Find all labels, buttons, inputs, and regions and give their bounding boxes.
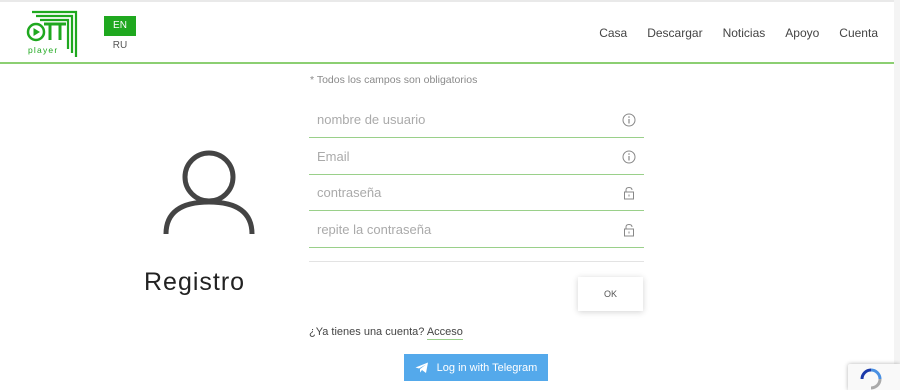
page-title: Registro	[144, 268, 246, 296]
nav-home[interactable]: Casa	[599, 26, 627, 40]
nav-support[interactable]: Apoyo	[785, 26, 819, 40]
telegram-label: Log in with Telegram	[436, 361, 538, 374]
telegram-icon	[415, 362, 428, 373]
lang-en-button[interactable]: EN	[104, 16, 136, 36]
site-header: player EN RU Casa Descargar Noticias Apo…	[0, 2, 894, 62]
username-input[interactable]	[317, 112, 607, 127]
submit-button[interactable]: OK	[578, 277, 643, 311]
required-note: * Todos los campos son obligatorios	[310, 74, 478, 86]
main-nav: Casa Descargar Noticias Apoyo Cuenta	[579, 26, 878, 40]
nav-news[interactable]: Noticias	[723, 26, 766, 40]
nav-download[interactable]: Descargar	[647, 26, 702, 40]
login-link[interactable]: Acceso	[426, 326, 463, 340]
password-input[interactable]	[317, 185, 607, 200]
ott-player-logo[interactable]: player	[26, 7, 78, 59]
logo-text: player	[28, 45, 58, 55]
lang-ru-button[interactable]: RU	[104, 38, 136, 54]
email-field	[309, 139, 644, 175]
email-input[interactable]	[317, 149, 607, 164]
nav-account[interactable]: Cuenta	[839, 26, 878, 40]
lock-icon	[624, 186, 634, 200]
user-icon	[163, 150, 255, 235]
password-field	[309, 175, 644, 211]
form-divider	[309, 261, 644, 262]
recaptcha-badge[interactable]	[848, 364, 900, 390]
repeat-password-field	[309, 212, 644, 248]
have-account-text: ¿Ya tienes una cuenta? Acceso	[309, 326, 463, 340]
repeat-password-input[interactable]	[317, 222, 607, 237]
have-account-label: ¿Ya tienes una cuenta?	[309, 326, 425, 338]
scrollbar[interactable]	[894, 0, 900, 390]
recaptcha-icon	[860, 368, 882, 390]
header-divider	[0, 62, 894, 64]
info-icon[interactable]	[622, 150, 636, 164]
telegram-login-button[interactable]: Log in with Telegram	[404, 354, 548, 381]
lock-icon	[624, 223, 634, 237]
info-icon[interactable]	[622, 113, 636, 127]
username-field	[309, 102, 644, 138]
